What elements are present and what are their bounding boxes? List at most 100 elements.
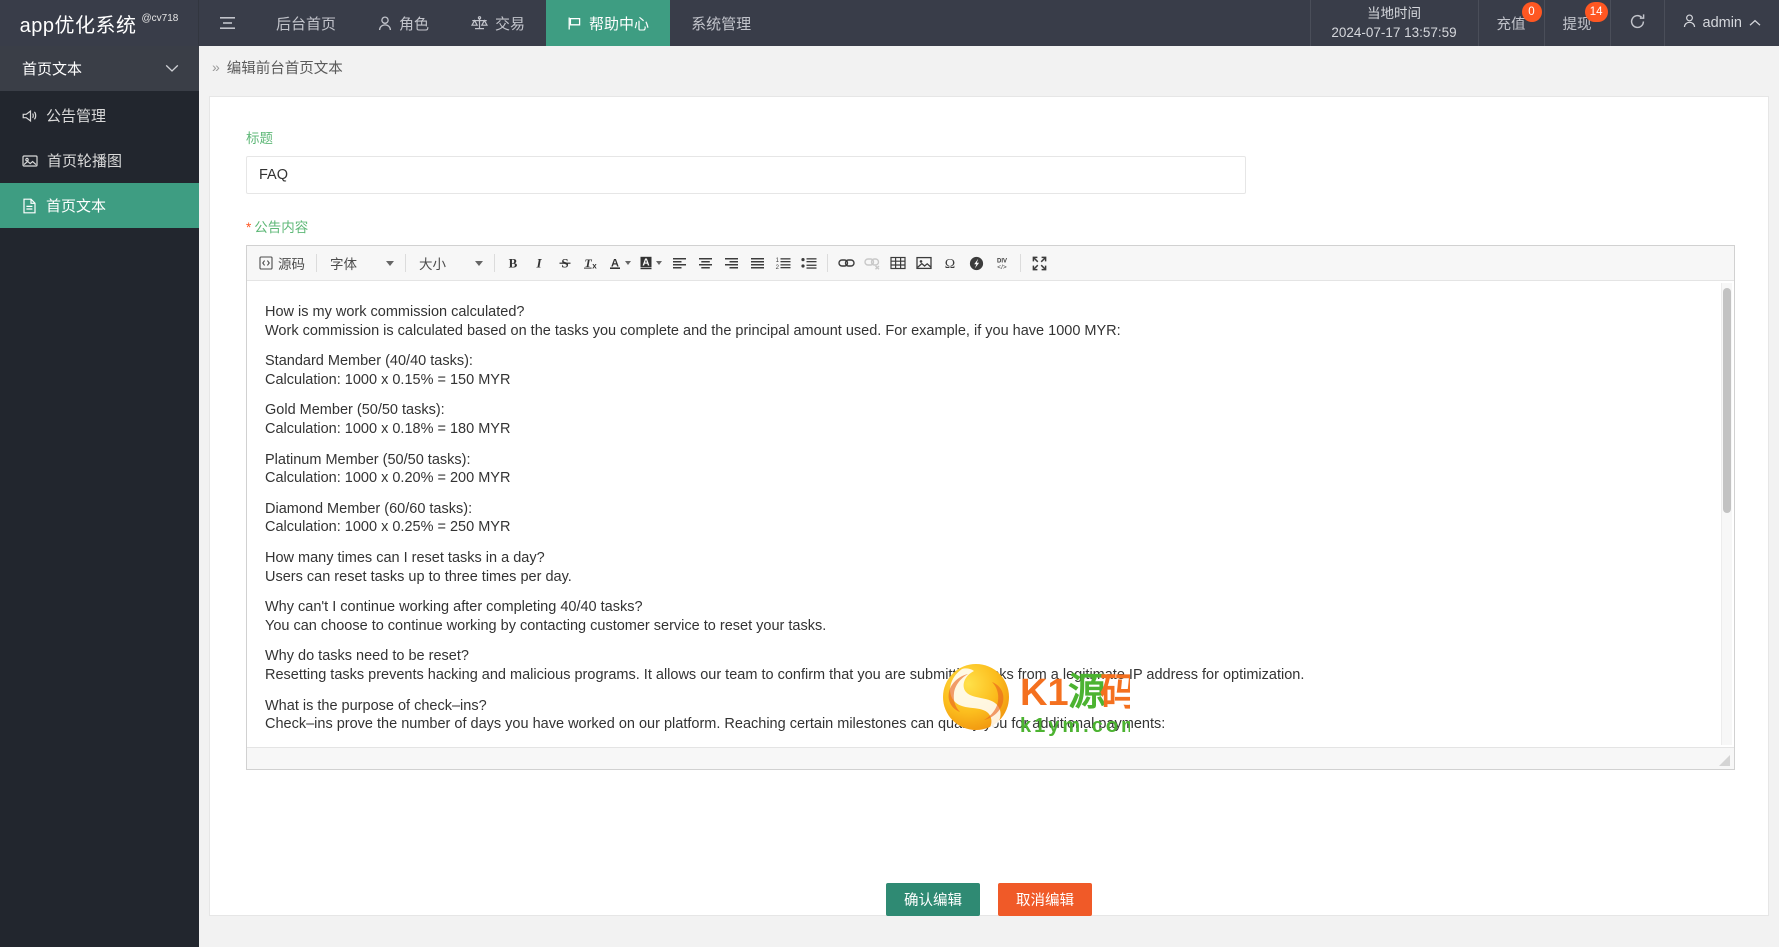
bold-icon: B <box>506 256 520 270</box>
text-color-button[interactable]: A <box>604 250 635 276</box>
remove-format-icon: T x <box>583 256 599 270</box>
megaphone-icon <box>22 109 37 123</box>
editor-toolbar: 源码 字体 大小 B I S T x A A 1 2 Ω DIV </> <box>247 246 1734 281</box>
editor-resize-handle[interactable] <box>1717 753 1731 767</box>
link-button[interactable] <box>833 250 859 276</box>
editor-content-line: Standard Member (40/40 tasks): <box>265 353 473 370</box>
editor-scrollbar-thumb[interactable] <box>1723 288 1731 513</box>
title-input[interactable] <box>246 156 1246 194</box>
svg-text:I: I <box>535 256 542 270</box>
sidebar-item-homepage-carousel[interactable]: 首页轮播图 <box>0 138 199 183</box>
sidebar-group-homepage-text[interactable]: 首页文本 <box>0 46 199 91</box>
editor-scrollbar[interactable] <box>1721 283 1732 745</box>
image-button[interactable] <box>911 250 937 276</box>
nav-item-help-center[interactable]: 帮助中心 <box>546 0 671 46</box>
editor-content-line: How many times can I reset tasks in a da… <box>265 549 545 566</box>
confirm-edit-button[interactable]: 确认编辑 <box>886 883 980 916</box>
nav-item-dashboard[interactable]: 后台首页 <box>255 0 357 46</box>
bold-button[interactable]: B <box>500 250 526 276</box>
editor-body[interactable]: How is my work commission calculated? Wor… <box>247 281 1734 747</box>
editor-content-line <box>265 635 1710 647</box>
editor-content-line: Why do tasks need to be reset? <box>265 648 469 665</box>
toolbar-separator <box>405 254 406 272</box>
image-icon <box>22 154 38 168</box>
align-center-button[interactable] <box>692 250 718 276</box>
editor-content-line: Calculation: 1000 x 0.15% = 150 MYR <box>265 371 511 388</box>
chevron-down-icon <box>656 261 662 265</box>
bulleted-list-button[interactable] <box>796 250 822 276</box>
editor-content-line <box>265 488 1710 500</box>
chevron-down-icon <box>475 260 483 266</box>
editor-content-line: Diamond Member (60/60 tasks): <box>265 500 473 517</box>
cancel-edit-button[interactable]: 取消编辑 <box>998 883 1092 916</box>
recharge-label: 充值 <box>1496 16 1526 33</box>
editor-content-line: Work commission is calculated based on t… <box>265 322 1121 339</box>
flash-button[interactable] <box>963 250 989 276</box>
recharge-button[interactable]: 充值 0 <box>1479 0 1545 46</box>
local-time-value: 2024-07-17 13:57:59 <box>1331 25 1457 40</box>
strikethrough-button[interactable]: S <box>552 250 578 276</box>
maximize-button[interactable] <box>1026 250 1052 276</box>
title-field-label: 标题 <box>246 131 273 146</box>
editor-content-line <box>265 586 1710 598</box>
size-combo[interactable]: 大小 <box>411 250 489 276</box>
create-div-button[interactable]: DIV </> <box>989 250 1015 276</box>
editor-content[interactable]: How is my work commission calculated? Wor… <box>247 281 1734 747</box>
nav-item-system-management[interactable]: 系统管理 <box>670 0 772 46</box>
align-justify-button[interactable] <box>744 250 770 276</box>
editor-footer <box>247 747 1734 769</box>
special-character-button[interactable]: Ω <box>937 250 963 276</box>
nav-item-label: 交易 <box>495 15 526 33</box>
editor-content-line <box>265 340 1710 352</box>
editor-content-line: Gold Member (50/50 tasks): <box>265 402 445 419</box>
editor-content-line <box>265 685 1710 697</box>
chevron-down-icon <box>386 260 394 266</box>
sidebar: 首页文本 公告管理 首页轮播图 首页文本 <box>0 46 199 947</box>
edit-form-card: 标题 *公告内容 <box>209 96 1769 916</box>
chevron-up-icon <box>1749 15 1761 31</box>
app-brand[interactable]: app优化系统 @cv718 <box>0 0 199 46</box>
nav-item-label: 后台首页 <box>276 15 337 33</box>
source-button[interactable]: 源码 <box>253 250 311 276</box>
align-right-button[interactable] <box>718 250 744 276</box>
breadcrumb: » 编辑前台首页文本 <box>199 46 1779 88</box>
background-color-icon: A <box>639 256 653 270</box>
editor-content-line: Platinum Member (50/50 tasks): <box>265 451 471 468</box>
user-name: admin <box>1702 15 1743 31</box>
sidebar-item-label: 首页文本 <box>46 198 107 215</box>
top-navigation-bar: app优化系统 @cv718 后台首页 角色 交易 帮助中心 系统管理 当地时间… <box>0 0 1779 46</box>
table-button[interactable] <box>885 250 911 276</box>
rich-text-editor: 源码 字体 大小 B I S T x A A 1 2 Ω DIV </> How… <box>246 245 1735 770</box>
brand-name: app优化系统 <box>19 14 137 37</box>
italic-button[interactable]: I <box>526 250 552 276</box>
user-icon <box>378 15 392 31</box>
div-container-icon: DIV </> <box>993 256 1011 270</box>
form-area: 标题 *公告内容 <box>210 97 1768 770</box>
refresh-button[interactable] <box>1611 0 1665 46</box>
user-menu-button[interactable]: admin <box>1665 0 1779 46</box>
required-marker: * <box>246 220 252 235</box>
sidebar-item-announcement-management[interactable]: 公告管理 <box>0 93 199 138</box>
sidebar-item-homepage-text[interactable]: 首页文本 <box>0 183 199 228</box>
local-time-label: 当地时间 <box>1367 6 1421 21</box>
remove-format-button[interactable]: T x <box>578 250 604 276</box>
withdraw-button[interactable]: 提现 14 <box>1545 0 1611 46</box>
hamburger-icon <box>219 16 236 30</box>
toolbar-separator <box>316 254 317 272</box>
nav-item-label: 帮助中心 <box>589 15 650 33</box>
image-icon <box>916 256 932 270</box>
sidebar-toggle-button[interactable] <box>199 0 255 46</box>
nav-item-roles[interactable]: 角色 <box>357 0 450 46</box>
align-left-button[interactable] <box>666 250 692 276</box>
svg-text:1: 1 <box>776 258 780 264</box>
bulleted-list-icon <box>801 256 817 270</box>
form-actions: 确认编辑 取消编辑 <box>210 883 1768 916</box>
toolbar-separator <box>1020 254 1021 272</box>
text-color-icon: A <box>608 256 622 270</box>
font-combo[interactable]: 字体 <box>322 250 400 276</box>
unlink-button[interactable] <box>859 250 885 276</box>
local-time-display: 当地时间 2024-07-17 13:57:59 <box>1309 0 1479 46</box>
numbered-list-button[interactable]: 1 2 <box>770 250 796 276</box>
nav-item-transactions[interactable]: 交易 <box>450 0 546 46</box>
background-color-button[interactable]: A <box>635 250 666 276</box>
